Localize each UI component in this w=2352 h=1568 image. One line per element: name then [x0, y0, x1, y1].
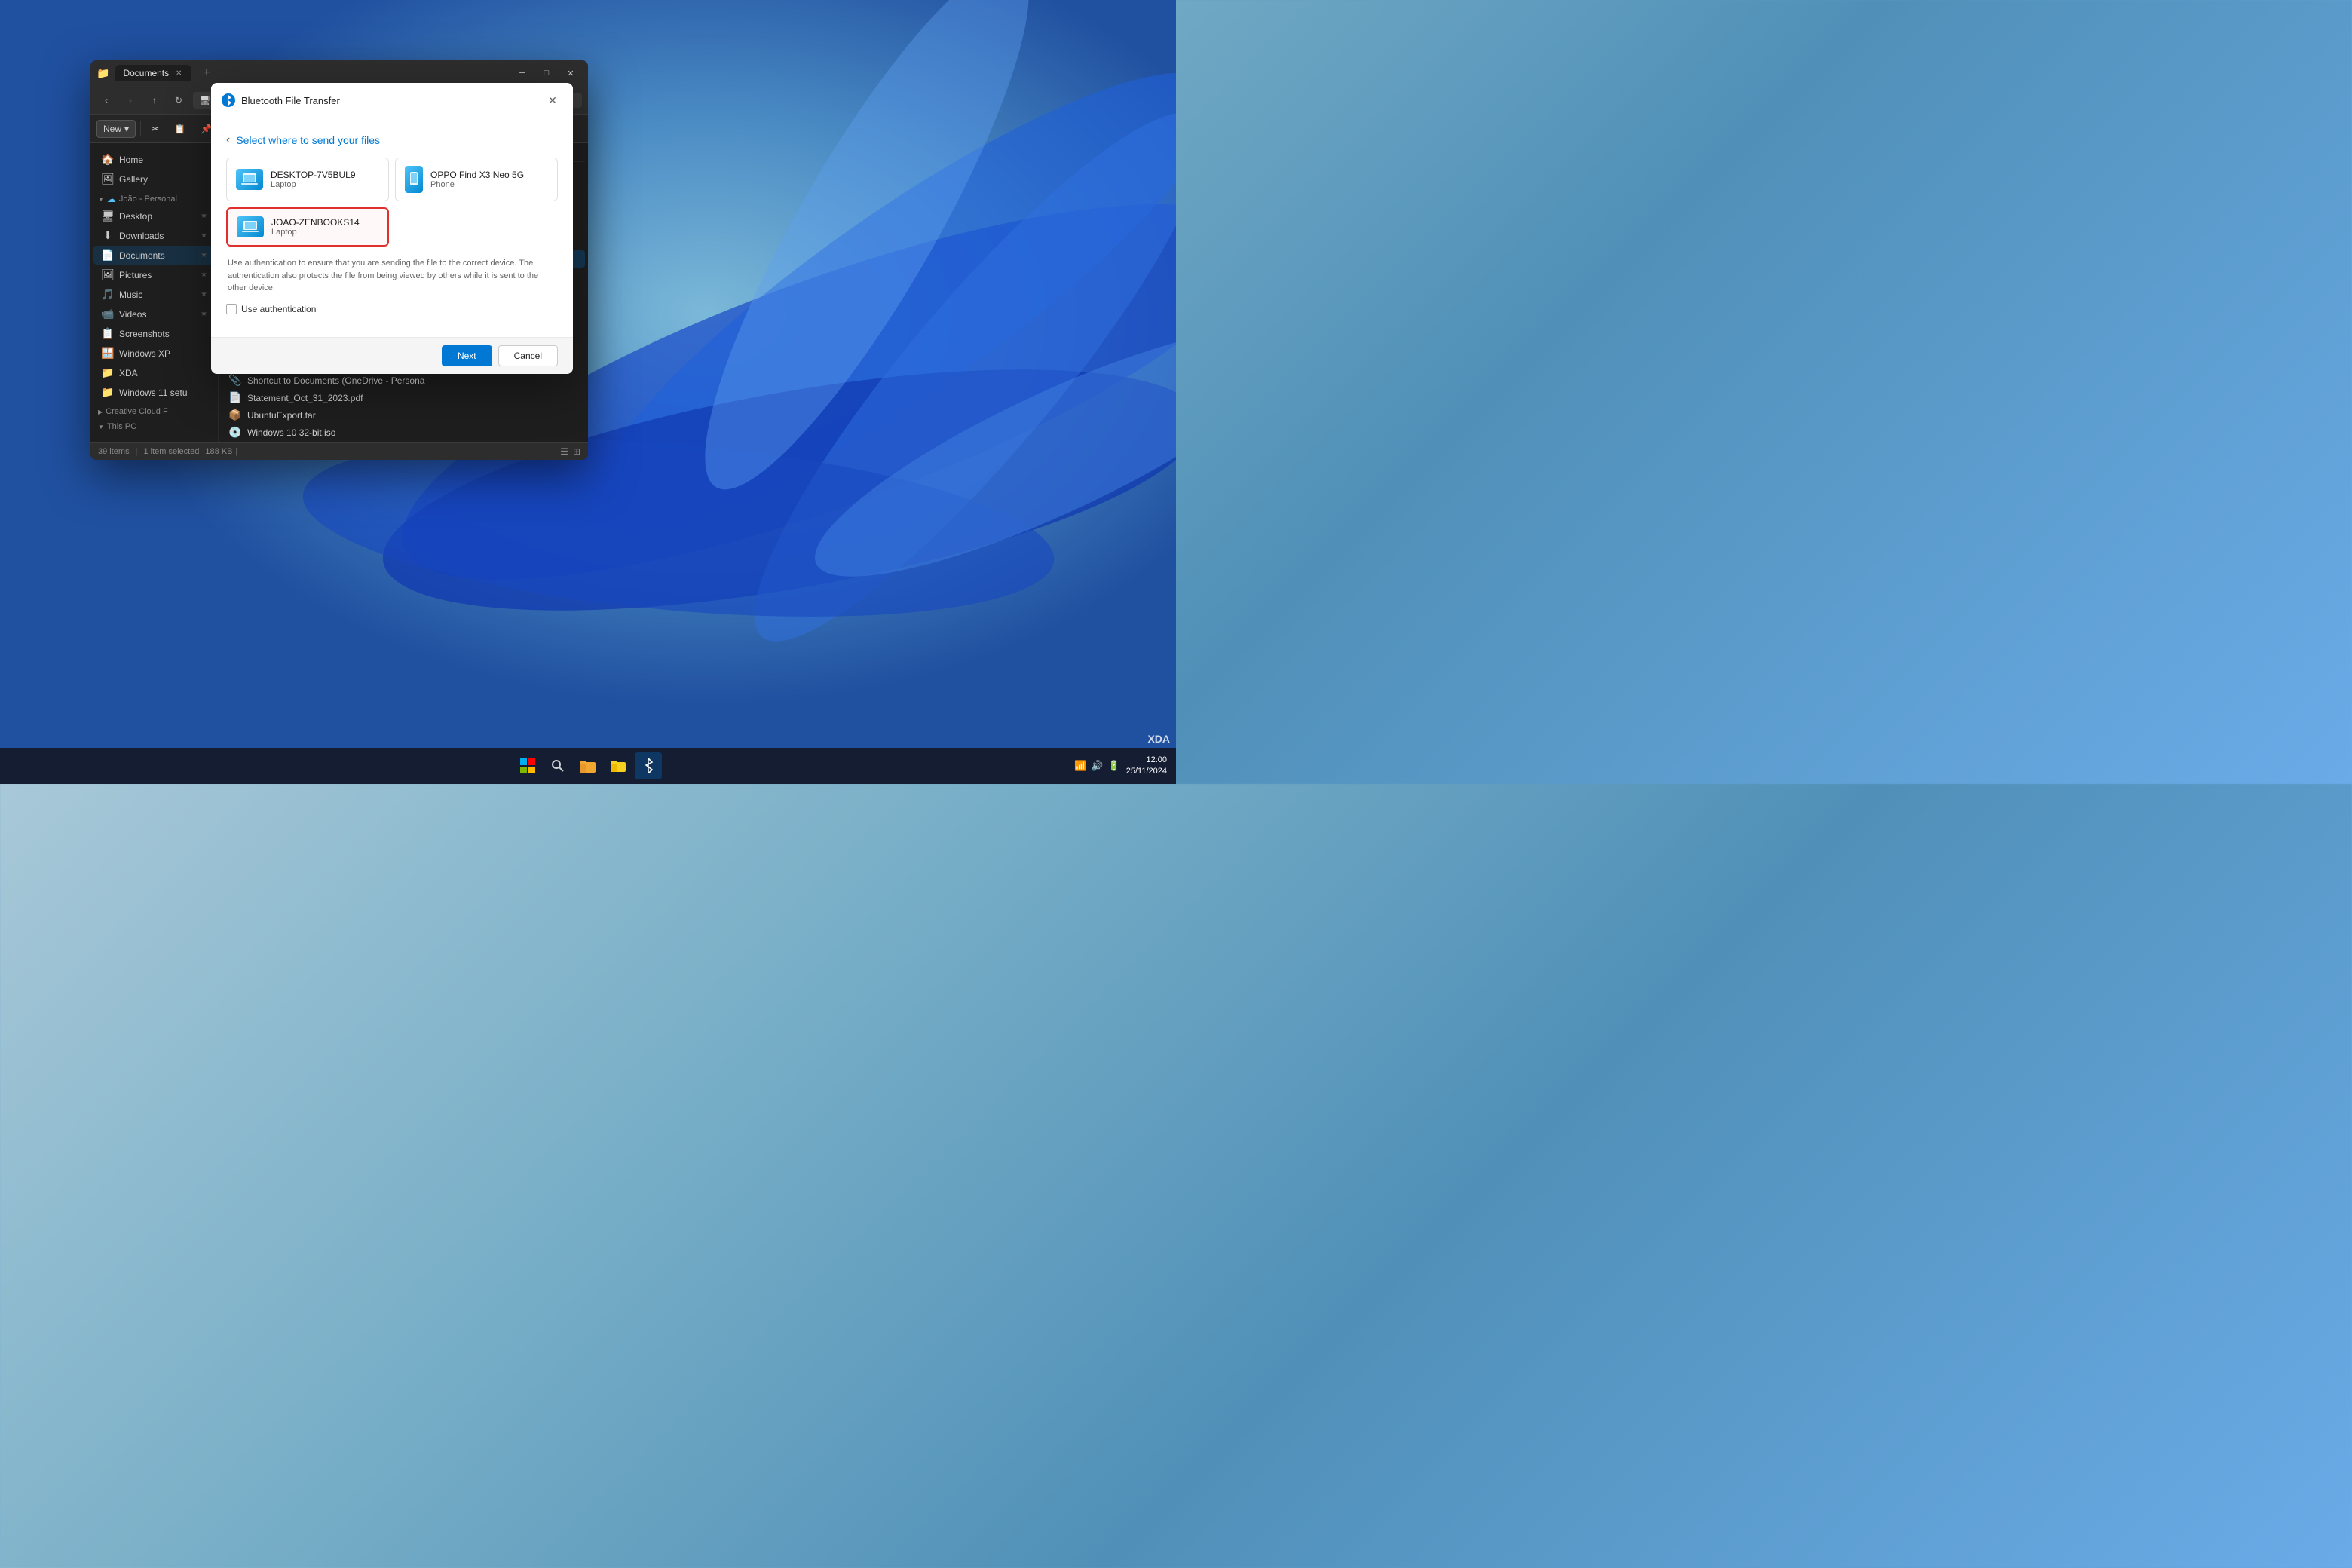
phone-icon-oppo — [405, 166, 423, 193]
bt-device-type-desktop7v5: Laptop — [271, 180, 379, 189]
bt-cancel-button[interactable]: Cancel — [498, 345, 558, 366]
bt-device-oppo[interactable]: OPPO Find X3 Neo 5G Phone — [395, 158, 558, 201]
taskbar-right: 📶 🔊 🔋 12:00 25/11/2024 — [1074, 755, 1167, 778]
bt-device-type-oppo: Phone — [430, 180, 548, 189]
network-icon: 📶 — [1074, 760, 1086, 772]
bt-checkbox-row: Use authentication — [226, 304, 558, 314]
bluetooth-dialog: Bluetooth File Transfer ✕ ‹ Select where… — [211, 83, 573, 374]
bt-auth-checkbox-label: Use authentication — [241, 304, 316, 314]
bt-device-name-zenbooks: JOAO-ZENBOOKS14 — [271, 217, 378, 228]
bt-dialog-title: Bluetooth File Transfer — [222, 93, 340, 107]
taskbar-sys-icons: 📶 🔊 🔋 — [1074, 760, 1120, 772]
bt-dialog-titlebar: Bluetooth File Transfer ✕ — [211, 83, 573, 118]
bt-device-joao-zenbooks[interactable]: JOAO-ZENBOOKS14 Laptop — [226, 207, 389, 247]
bt-device-type-zenbooks: Laptop — [271, 228, 378, 237]
volume-icon: 🔊 — [1091, 760, 1103, 772]
bt-heading: Select where to send your files — [236, 134, 380, 146]
taskbar-center — [514, 752, 662, 779]
bt-device-info-oppo: OPPO Find X3 Neo 5G Phone — [430, 170, 548, 189]
bt-next-button[interactable]: Next — [442, 345, 492, 366]
bt-devices-grid: DESKTOP-7V5BUL9 Laptop OPPO Find — [226, 158, 558, 247]
laptop-icon-desktop7v5 — [236, 169, 263, 190]
bt-nav: ‹ Select where to send your files — [226, 133, 558, 147]
bt-device-info-desktop7v5: DESKTOP-7V5BUL9 Laptop — [271, 170, 379, 189]
bt-device-info-zenbooks: JOAO-ZENBOOKS14 Laptop — [271, 217, 378, 237]
taskbar-search-button[interactable] — [544, 752, 571, 779]
bt-device-name-desktop7v5: DESKTOP-7V5BUL9 — [271, 170, 379, 180]
bt-auth-note: Use authentication to ensure that you ar… — [226, 257, 558, 295]
bt-device-desktop7v5[interactable]: DESKTOP-7V5BUL9 Laptop — [226, 158, 389, 201]
bt-device-name-oppo: OPPO Find X3 Neo 5G — [430, 170, 548, 180]
laptop-icon-zenbooks — [237, 216, 264, 237]
bt-dialog-body: ‹ Select where to send your files DE — [211, 118, 573, 337]
bt-dialog-close-button[interactable]: ✕ — [543, 90, 562, 110]
bluetooth-icon — [222, 93, 235, 107]
dialog-overlay: Bluetooth File Transfer ✕ ‹ Select where… — [0, 0, 1176, 784]
taskbar-date-display: 25/11/2024 — [1126, 766, 1167, 777]
bt-back-button[interactable]: ‹ — [226, 133, 230, 147]
taskbar-datetime[interactable]: 12:00 25/11/2024 — [1126, 755, 1167, 778]
bt-dialog-footer: Next Cancel — [211, 337, 573, 374]
bt-title-text: Bluetooth File Transfer — [241, 95, 340, 106]
taskbar-start-button[interactable] — [514, 752, 541, 779]
taskbar-bluetooth-button[interactable] — [635, 752, 662, 779]
taskbar-time-display: 12:00 — [1126, 755, 1167, 766]
taskbar-file-explorer-button[interactable] — [574, 752, 602, 779]
taskbar-folder-button[interactable] — [605, 752, 632, 779]
taskbar: 📶 🔊 🔋 12:00 25/11/2024 — [0, 748, 1176, 784]
bt-auth-checkbox[interactable] — [226, 304, 237, 314]
battery-icon: 🔋 — [1108, 760, 1120, 772]
